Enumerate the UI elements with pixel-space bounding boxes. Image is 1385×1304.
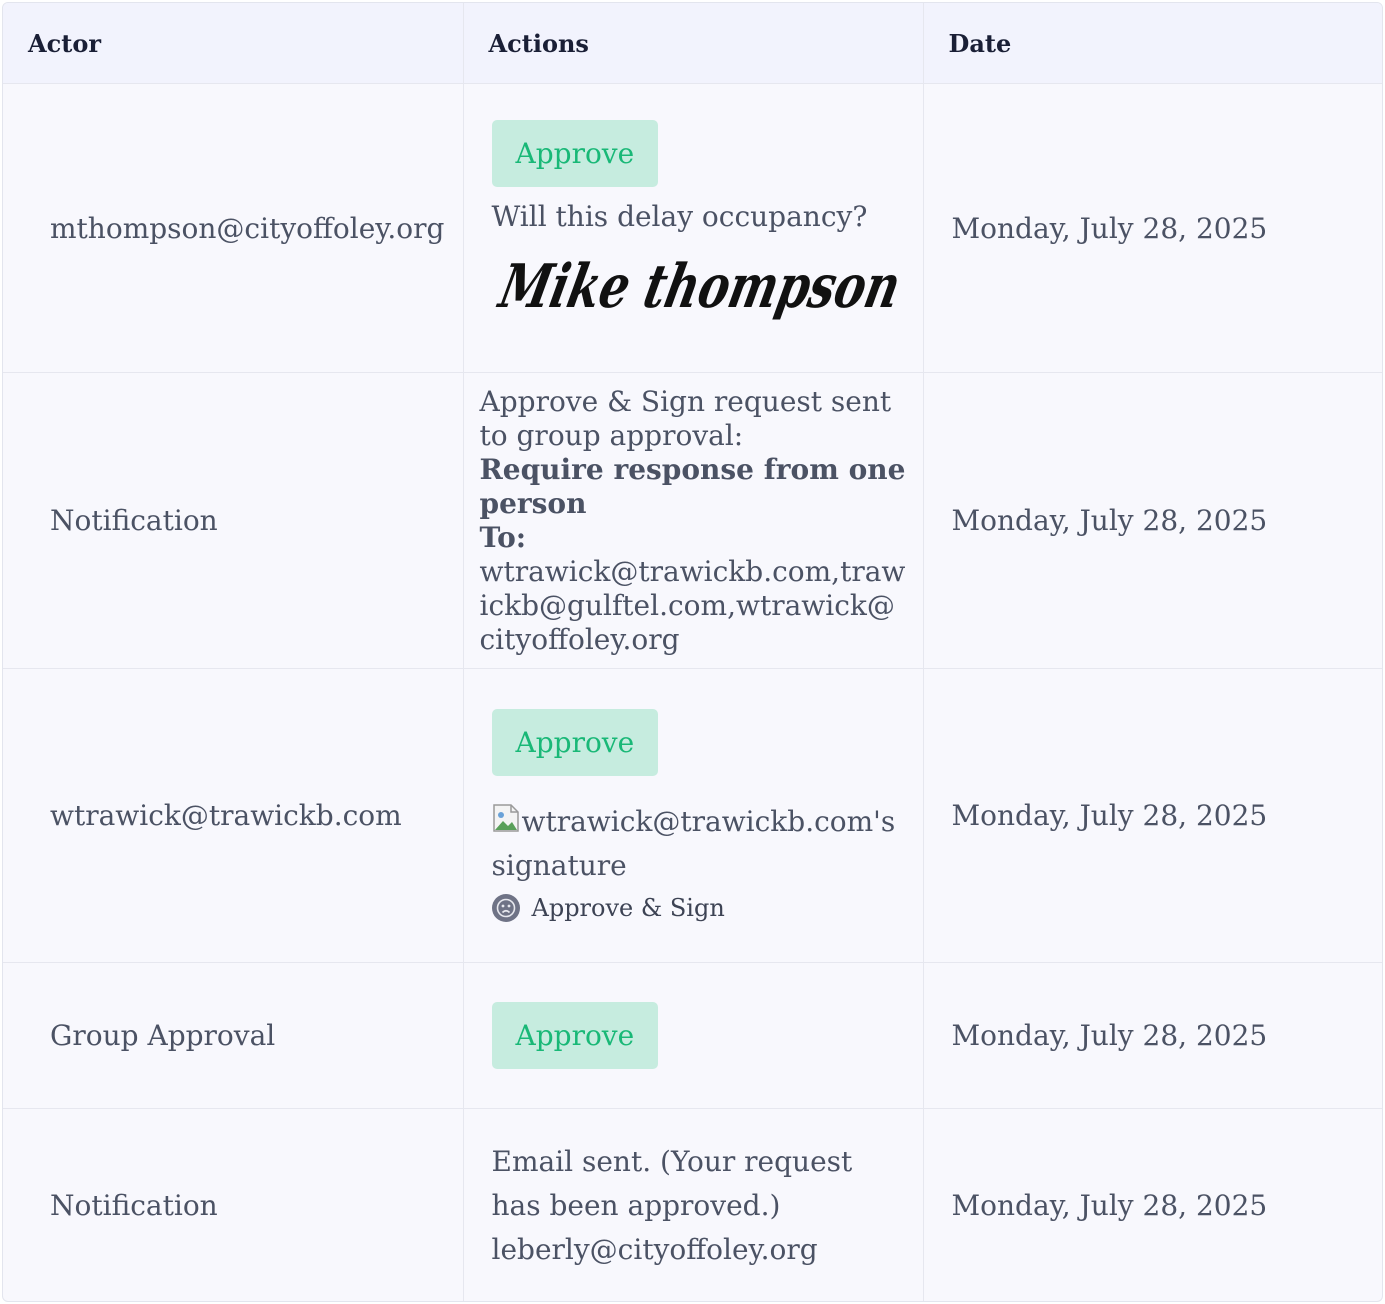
approve-badge: Approve bbox=[491, 709, 659, 776]
actor-cell: mthompson@cityoffoley.org bbox=[3, 83, 464, 373]
email-notification: Email sent. (Your request has been appro… bbox=[492, 1140, 907, 1272]
signature-image: Mike thompson bbox=[492, 251, 902, 321]
table-row: Notification Approve & Sign request sent… bbox=[3, 372, 1382, 669]
actions-cell: Approve & Sign request sent to group app… bbox=[463, 372, 924, 669]
actor-cell: wtrawick@trawickb.com bbox=[3, 668, 464, 963]
approve-badge: Approve bbox=[491, 1002, 659, 1069]
actions-cell: Email sent. (Your request has been appro… bbox=[463, 1108, 924, 1301]
date-cell: Monday, July 28, 2025 bbox=[923, 83, 1382, 373]
notification-requirement: Require response from one person bbox=[479, 452, 906, 520]
table-body: mthompson@cityoffoley.org Approve Will t… bbox=[3, 83, 1382, 1301]
signature-image-broken: wtrawick@trawickb.com's signature bbox=[492, 800, 907, 888]
email-recipient: leberly@cityoffoley.org bbox=[491, 1232, 818, 1266]
actions-cell: Approve bbox=[463, 962, 924, 1109]
table-row: mthompson@cityoffoley.org Approve Will t… bbox=[3, 83, 1382, 373]
table-row: Group Approval Approve Monday, July 28, … bbox=[3, 962, 1382, 1109]
signing-method-label: Approve & Sign bbox=[531, 894, 725, 922]
signature-text: Mike thompson bbox=[492, 251, 902, 321]
table-row: wtrawick@trawickb.com Approve wtrawick@t… bbox=[3, 668, 1382, 963]
sad-face-icon bbox=[491, 894, 520, 922]
actor-cell: Notification bbox=[3, 1108, 464, 1301]
date-cell: Monday, July 28, 2025 bbox=[923, 668, 1382, 963]
header-row: Actor Actions Date bbox=[3, 3, 1382, 84]
approval-comment: Will this delay occupancy? bbox=[491, 199, 868, 233]
notification-details: Approve & Sign request sent to group app… bbox=[480, 385, 907, 657]
audit-trail-panel: Actor Actions Date mthompson@cityoffoley… bbox=[2, 2, 1383, 1302]
date-cell: Monday, July 28, 2025 bbox=[923, 962, 1382, 1109]
audit-trail-table: Actor Actions Date mthompson@cityoffoley… bbox=[3, 3, 1382, 1301]
approve-badge: Approve bbox=[491, 119, 659, 187]
date-cell: Monday, July 28, 2025 bbox=[951, 1189, 1268, 1222]
recipients-label: To: bbox=[479, 520, 527, 554]
date-cell: Monday, July 28, 2025 bbox=[923, 372, 1382, 669]
header-actions[interactable]: Actions bbox=[463, 3, 924, 84]
notification-text: Approve & Sign request sent to group app… bbox=[479, 384, 892, 452]
signing-method: Approve & Sign bbox=[491, 894, 907, 922]
actions-cell: Approve Will this delay occupancy? Mike … bbox=[463, 83, 924, 373]
header-date[interactable]: Date bbox=[923, 3, 1382, 84]
header-actor[interactable]: Actor bbox=[3, 3, 464, 84]
recipients-list: wtrawick@trawickb.com,trawickb@gulftel.c… bbox=[479, 554, 906, 656]
table-header: Actor Actions Date bbox=[3, 3, 1382, 84]
broken-image-icon bbox=[492, 804, 519, 832]
email-status-text: Email sent. (Your request has been appro… bbox=[491, 1144, 853, 1222]
actor-cell: Notification bbox=[3, 372, 464, 669]
actor-cell: Group Approval bbox=[3, 962, 464, 1109]
signature-alt-text: wtrawick@trawickb.com's signature bbox=[491, 805, 896, 882]
actions-cell: Approve wtrawick@trawickb.com's signatur… bbox=[463, 668, 924, 963]
table-row: Notification Email sent. (Your request h… bbox=[3, 1108, 1382, 1301]
